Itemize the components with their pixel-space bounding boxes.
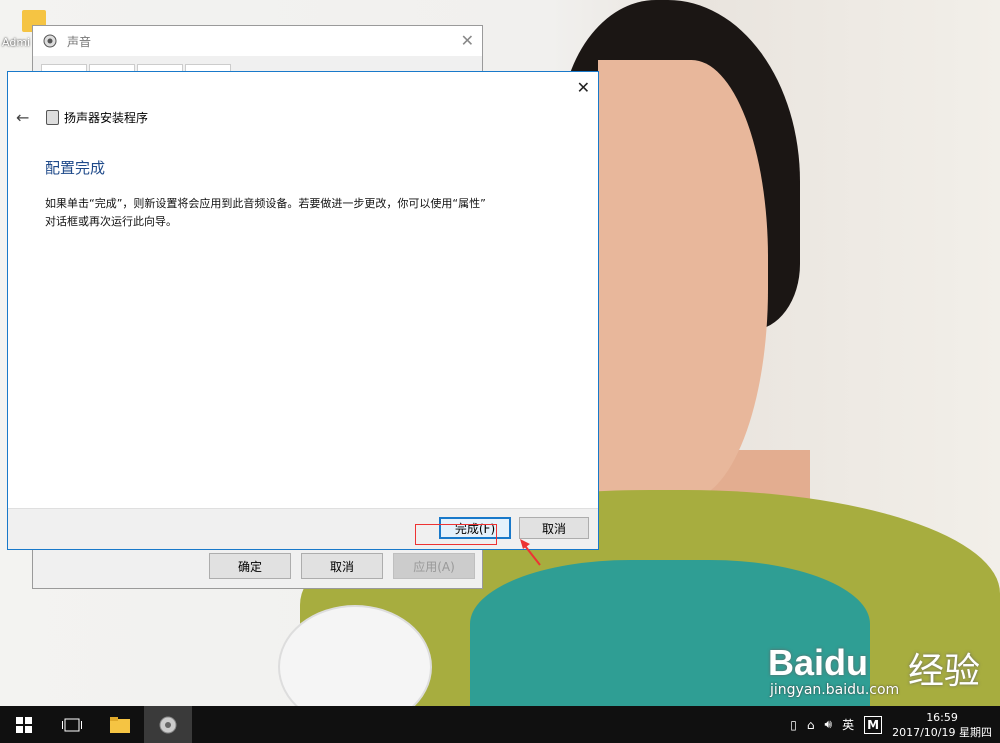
folder-icon bbox=[110, 716, 130, 733]
taskbar: ▯ ⌂ 🔊︎ 英 M 16:59 2017/10/19 星期四 bbox=[0, 706, 1000, 743]
sound-button-row: 确定 取消 应用(A) bbox=[209, 553, 475, 579]
ime-mode-icon[interactable]: M bbox=[864, 715, 883, 734]
volume-icon[interactable]: 🔊︎ bbox=[825, 717, 833, 732]
speaker-setup-wizard: ✕ ← 扬声器安装程序 配置完成 如果单击“完成”，则新设置将会应用到此音频设备… bbox=[7, 71, 599, 550]
wizard-footer: 完成(F) 取消 bbox=[8, 508, 598, 549]
sound-close-button[interactable]: ✕ bbox=[461, 31, 474, 50]
wizard-close-button[interactable]: ✕ bbox=[577, 78, 590, 97]
ok-button[interactable]: 确定 bbox=[209, 553, 291, 579]
wizard-body: 如果单击“完成”，则新设置将会应用到此音频设备。若要做进一步更改，你可以使用“属… bbox=[45, 195, 565, 231]
speaker-icon bbox=[159, 716, 177, 733]
network-icon[interactable]: ⌂ bbox=[807, 718, 815, 732]
finish-button[interactable]: 完成(F) bbox=[439, 517, 511, 539]
annotation-arrow-icon bbox=[520, 539, 541, 566]
speaker-setup-icon bbox=[46, 110, 59, 125]
sound-taskbar-button[interactable] bbox=[144, 706, 192, 743]
clock-date: 2017/10/19 星期四 bbox=[892, 725, 992, 739]
watermark-url: jingyan.baidu.com bbox=[770, 682, 900, 698]
sound-cancel-button[interactable]: 取消 bbox=[301, 553, 383, 579]
start-button[interactable] bbox=[0, 706, 48, 743]
wizard-heading: 配置完成 bbox=[45, 159, 106, 177]
windows-logo-icon bbox=[16, 716, 32, 733]
desktop-icon-label: Admi bbox=[2, 36, 31, 49]
sound-title: 声音 bbox=[67, 34, 92, 49]
baidu-watermark: Baidu 经验 jingyan.baidu.com bbox=[768, 642, 988, 702]
apply-button: 应用(A) bbox=[393, 553, 475, 579]
watermark-text: 经验 bbox=[908, 650, 981, 691]
wizard-body-line2: 对话框或再次运行此向导。 bbox=[45, 215, 177, 228]
wallpaper-face bbox=[598, 60, 768, 500]
ime-language[interactable]: 英 bbox=[842, 716, 854, 733]
task-view-icon bbox=[62, 718, 82, 731]
task-view-button[interactable] bbox=[48, 706, 96, 743]
clock-time: 16:59 bbox=[926, 710, 958, 724]
back-arrow-icon[interactable]: ← bbox=[16, 108, 29, 127]
system-tray: ▯ ⌂ 🔊︎ 英 M 16:59 2017/10/19 星期四 bbox=[790, 706, 1000, 743]
clock[interactable]: 16:59 2017/10/19 星期四 bbox=[892, 710, 992, 740]
watermark-logo: Baidu bbox=[768, 642, 869, 683]
speaker-icon bbox=[43, 34, 57, 48]
sound-titlebar: 声音 ✕ bbox=[33, 26, 482, 56]
wizard-title: 扬声器安装程序 bbox=[64, 111, 149, 125]
wizard-body-line1: 如果单击“完成”，则新设置将会应用到此音频设备。若要做进一步更改，你可以使用“属… bbox=[45, 197, 486, 210]
wizard-cancel-button[interactable]: 取消 bbox=[519, 517, 589, 539]
file-explorer-button[interactable] bbox=[96, 706, 144, 743]
usb-icon[interactable]: ▯ bbox=[790, 718, 797, 732]
